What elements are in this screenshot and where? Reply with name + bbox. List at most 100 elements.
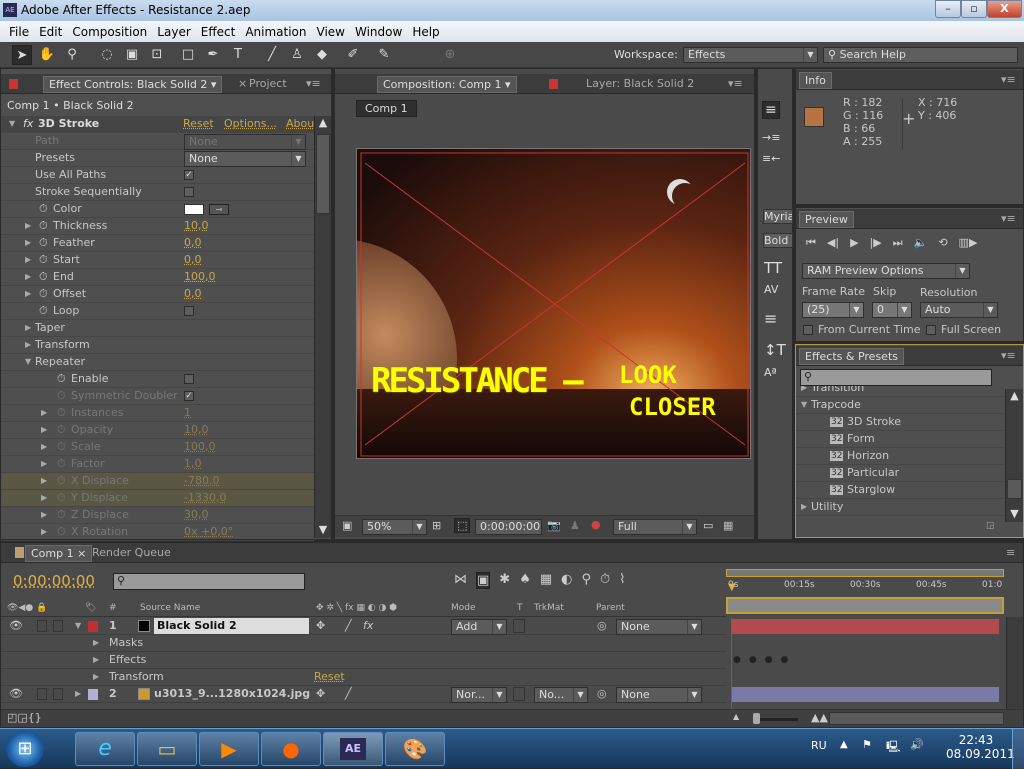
layer-duration-bar[interactable] xyxy=(731,619,999,634)
selection-tool-icon[interactable]: ➤ xyxy=(12,45,32,65)
panel-menu-icon[interactable]: ▾≡ xyxy=(996,348,1021,365)
menu-file[interactable]: File xyxy=(4,25,34,39)
eye-icon[interactable]: 👁 xyxy=(9,618,23,634)
panel-menu-icon[interactable]: ▾≡ xyxy=(301,76,326,93)
motion-blur-icon[interactable]: ◐ xyxy=(561,572,572,589)
clone-stamp-tool-icon[interactable]: ♙ xyxy=(287,45,307,65)
start-button[interactable]: ⊞ xyxy=(6,731,44,767)
composition-mini-flowchart-icon[interactable]: ⋈ xyxy=(454,572,467,589)
options-link[interactable]: Options... xyxy=(224,116,277,132)
property-checkbox[interactable] xyxy=(184,306,194,316)
panel-menu-icon[interactable]: ▾≡ xyxy=(996,211,1021,228)
twirl-closed-icon[interactable]: ▶ xyxy=(75,686,81,702)
graph-editor-icon[interactable]: ⌇ xyxy=(619,572,625,589)
twirl-closed-icon[interactable]: ▶ xyxy=(93,652,99,668)
full-screen-checkbox[interactable] xyxy=(926,325,936,335)
twirl-closed-icon[interactable]: ▶ xyxy=(41,456,47,472)
twirl-closed-icon[interactable]: ▶ xyxy=(25,286,31,302)
stopwatch-icon[interactable]: ⏱ xyxy=(39,286,48,302)
panel-menu-icon[interactable]: ▾≡ xyxy=(996,72,1021,89)
preserve-transparency-switch[interactable] xyxy=(513,619,525,633)
effects-item-trapcode[interactable]: ▼ Trapcode xyxy=(796,397,1004,414)
previous-frame-icon[interactable]: ◀| xyxy=(827,236,839,250)
zoom-tool-icon[interactable]: ⚲ xyxy=(62,45,82,65)
maximize-button[interactable]: ▫ xyxy=(961,0,987,18)
twirl-closed-icon[interactable]: ▶ xyxy=(25,252,31,268)
blend-mode-dropdown[interactable]: Nor... ▼ xyxy=(451,687,507,703)
playhead-icon[interactable]: ▼ xyxy=(728,582,736,593)
audio-icon[interactable]: 🔈 xyxy=(914,236,928,250)
label-color[interactable] xyxy=(88,689,98,700)
layer-property-group[interactable]: ▶ Transform Reset xyxy=(1,669,726,686)
resolution-dropdown[interactable]: Full ▼ xyxy=(613,519,697,535)
tab-preview[interactable]: Preview xyxy=(799,211,854,228)
layer-row[interactable]: 👁 ▼ 1 Black Solid 2 ✥ ╱ fx Add ▼ ◎ None ▼ xyxy=(1,618,726,635)
property-value[interactable]: 0,0 xyxy=(184,252,202,268)
panel-menu-icon[interactable]: ▾≡ xyxy=(723,76,748,93)
property-value[interactable]: 1,0 xyxy=(184,456,202,472)
ram-preview-options-dropdown[interactable]: RAM Preview Options ▼ xyxy=(802,263,970,279)
work-area-bar[interactable] xyxy=(726,569,1004,577)
quality-switch-icon[interactable]: ╱ xyxy=(345,618,352,634)
camera-tool-icon[interactable]: ▣ xyxy=(122,45,142,65)
twirl-open-icon[interactable]: ▼ xyxy=(801,397,807,413)
ram-preview-icon[interactable]: ▥▶ xyxy=(959,236,978,250)
twirl-closed-icon[interactable]: ▶ xyxy=(93,635,99,651)
resolution-dropdown[interactable]: Auto ▼ xyxy=(920,302,998,318)
show-hidden-icons-icon[interactable]: ▲ xyxy=(840,739,848,750)
stopwatch-icon[interactable]: ⏱ xyxy=(57,507,66,523)
lock-switch[interactable] xyxy=(53,620,63,632)
hand-tool-icon[interactable]: ✋ xyxy=(37,45,57,65)
eraser-tool-icon[interactable]: ◆ xyxy=(312,45,332,65)
lock-switch[interactable] xyxy=(53,688,63,700)
stopwatch-icon[interactable]: ⏱ xyxy=(57,371,66,387)
tab-comp-1[interactable]: Comp 1 × xyxy=(25,545,93,562)
twirl-closed-icon[interactable]: ▶ xyxy=(41,473,47,489)
scroll-thumb[interactable] xyxy=(1007,479,1022,499)
menu-view[interactable]: View xyxy=(312,25,350,39)
menu-composition[interactable]: Composition xyxy=(67,25,152,39)
layer-property-group[interactable]: ▶ Effects xyxy=(1,652,726,669)
align-left-icon[interactable]: ≡ xyxy=(762,101,780,119)
twirl-closed-icon[interactable]: ▶ xyxy=(801,499,807,515)
quality-switch-icon[interactable]: ╱ xyxy=(345,686,352,702)
layer-name[interactable]: Black Solid 2 xyxy=(154,618,309,634)
new-folder-icon[interactable]: ◲ xyxy=(986,521,995,531)
stopwatch-icon[interactable]: ⏱ xyxy=(39,201,48,217)
property-dropdown[interactable]: None ▼ xyxy=(184,134,306,150)
property-dropdown[interactable]: None ▼ xyxy=(184,151,306,167)
axis-mode-icon[interactable]: ⊕ • ✕ xyxy=(440,45,460,102)
action-center-flag-icon[interactable]: ⚑ xyxy=(862,738,872,751)
parent-dropdown[interactable]: None ▼ xyxy=(616,687,702,703)
tab-effects-presets[interactable]: Effects & Presets xyxy=(799,348,904,365)
effects-item-3d-stroke[interactable]: 32 3D Stroke xyxy=(796,414,1004,431)
effects-item-utility[interactable]: ▶ Utility xyxy=(796,499,1004,516)
effects-item-horizon[interactable]: 32 Horizon xyxy=(796,448,1004,465)
effects-item-particular[interactable]: 32 Particular xyxy=(796,465,1004,482)
fx-icon[interactable]: fx xyxy=(23,116,33,132)
title-safe-icon[interactable]: ⊞ xyxy=(432,519,441,532)
composition-viewer[interactable]: RESISTANCE — LOOK CLOSER xyxy=(356,148,751,459)
volume-icon[interactable]: 🔊 xyxy=(910,738,924,751)
font-style-dropdown[interactable]: Bold xyxy=(763,233,793,248)
stopwatch-icon[interactable]: ⏱ xyxy=(57,439,66,455)
region-of-interest-icon[interactable]: ▭ xyxy=(703,519,713,532)
property-value[interactable]: 100,0 xyxy=(184,439,216,455)
comp-navigator-button[interactable]: Comp 1 xyxy=(356,100,417,117)
twirl-closed-icon[interactable]: ▶ xyxy=(41,439,47,455)
twirl-open-icon[interactable]: ▼ xyxy=(75,618,81,634)
taskbar-after-effects-button[interactable]: AE xyxy=(323,732,383,766)
rotate-tool-icon[interactable]: ◌ xyxy=(97,45,117,65)
show-desktop-button[interactable] xyxy=(1012,729,1024,769)
property-value[interactable]: 0,0 xyxy=(184,235,202,251)
effects-item-transition[interactable]: ▶ Transition xyxy=(796,386,1004,397)
always-preview-icon[interactable]: ▣ xyxy=(342,519,352,532)
stopwatch-icon[interactable]: ⏱ xyxy=(57,388,66,404)
current-time[interactable]: 0:00:00:00 xyxy=(13,572,95,590)
twirl-closed-icon[interactable]: ▶ xyxy=(25,337,31,353)
layer-property-group[interactable]: ▶ Masks xyxy=(1,635,726,652)
effects-scrollbar[interactable]: ▲ ▼ xyxy=(1005,389,1023,522)
stopwatch-icon[interactable]: ⏱ xyxy=(39,235,48,251)
effects-search-input[interactable]: ⚲ xyxy=(800,369,992,386)
puppet-pin-tool-icon[interactable]: ✎ xyxy=(374,45,394,65)
